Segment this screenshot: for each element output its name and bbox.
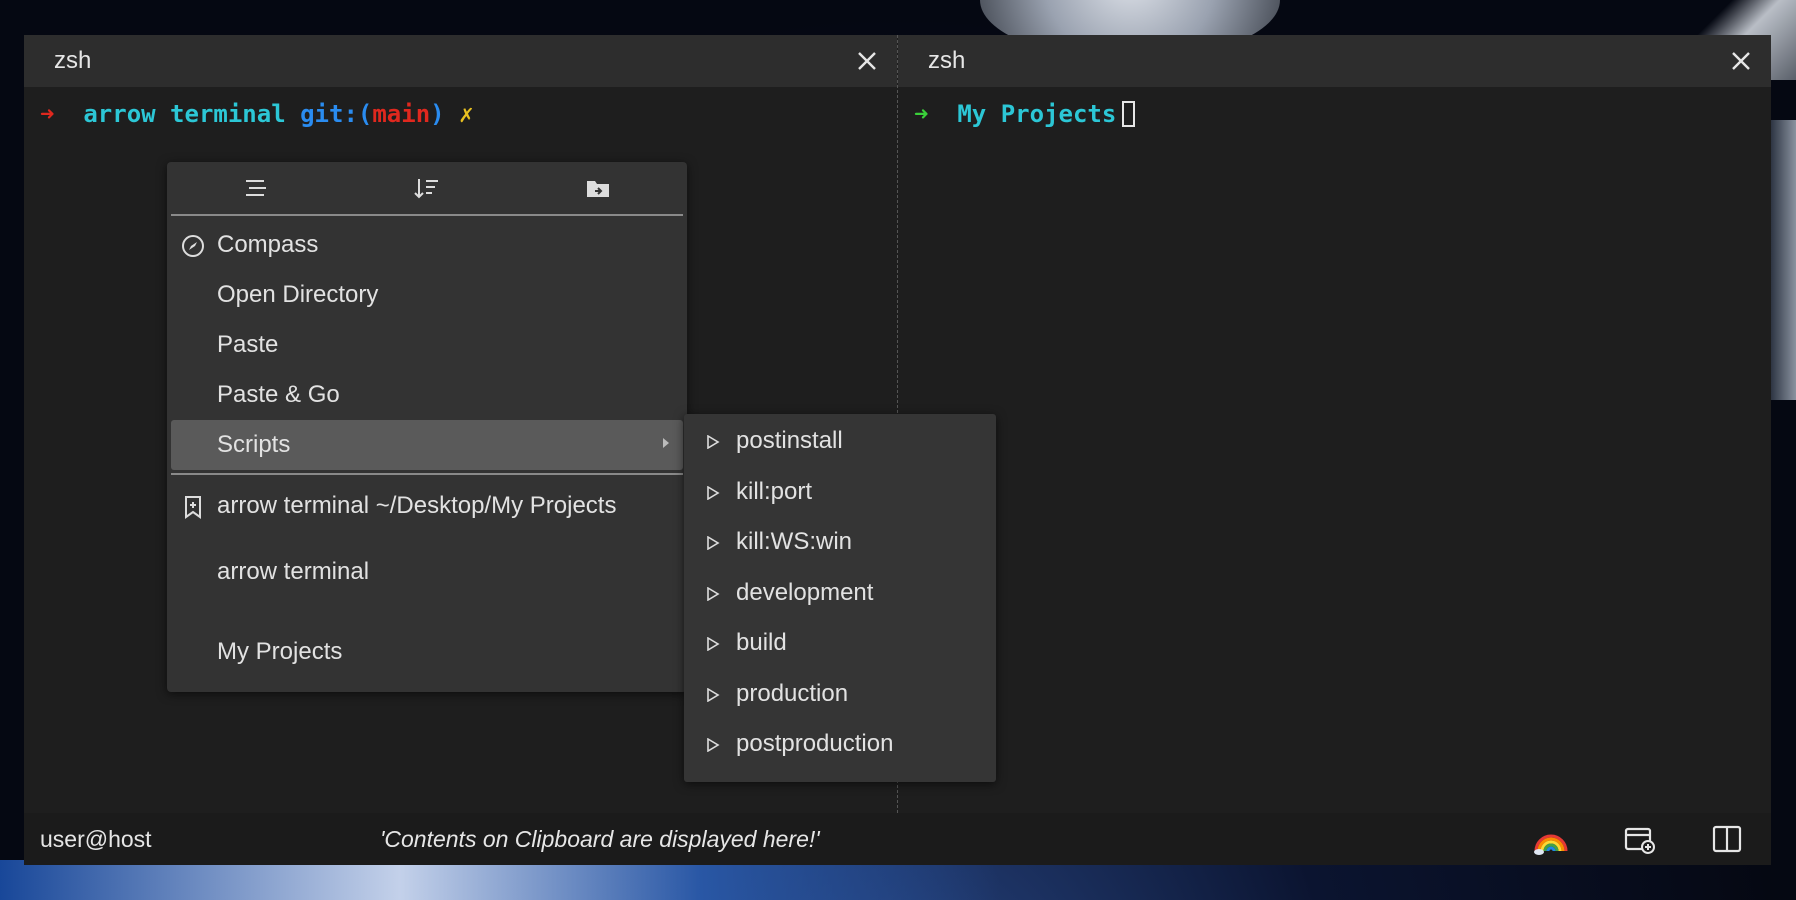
prompt-directory: My Projects bbox=[957, 100, 1117, 128]
script-label: build bbox=[736, 629, 787, 657]
right-tab-title: zsh bbox=[928, 47, 966, 74]
right-prompt-line[interactable]: ➜ My Projects bbox=[898, 87, 1771, 129]
prompt-directory: arrow terminal bbox=[83, 100, 286, 128]
script-label: postproduction bbox=[736, 730, 894, 758]
menu-item-scripts[interactable]: Scripts bbox=[171, 420, 683, 470]
folder-open-icon[interactable] bbox=[583, 173, 613, 203]
menu-item-bookmark[interactable]: arrow terminal ~/Desktop/My Projects bbox=[167, 481, 687, 531]
script-label: kill:WS:win bbox=[736, 528, 853, 556]
left-tab-title: zsh bbox=[54, 47, 92, 74]
new-tab-icon[interactable] bbox=[1621, 821, 1657, 857]
menu-item-open-directory[interactable]: Open Directory bbox=[167, 270, 687, 320]
script-label: development bbox=[736, 578, 874, 606]
status-user: user@host bbox=[40, 825, 152, 852]
menu-item-label: Open Directory bbox=[217, 281, 379, 308]
script-item-production[interactable]: production bbox=[684, 669, 996, 720]
play-icon bbox=[707, 485, 720, 500]
menu-item-label: Scripts bbox=[217, 431, 291, 458]
prompt-git-close: ) bbox=[430, 100, 445, 128]
left-tab-header[interactable]: zsh bbox=[24, 35, 897, 87]
context-menu: Compass Open Directory Paste Paste & Go … bbox=[167, 162, 687, 692]
script-item-postinstall[interactable]: postinstall bbox=[684, 416, 996, 467]
menu-item-compass[interactable]: Compass bbox=[167, 220, 687, 270]
script-label: kill:port bbox=[736, 477, 813, 505]
scripts-submenu: postinstall kill:port kill:WS:win develo… bbox=[684, 414, 996, 782]
menu-item-label: Compass bbox=[217, 231, 319, 258]
close-icon[interactable] bbox=[1729, 49, 1753, 73]
list-icon[interactable] bbox=[241, 173, 271, 203]
menu-item-label: arrow terminal ~/Desktop/My Projects bbox=[217, 492, 617, 519]
prompt-git-open: git:( bbox=[300, 100, 373, 128]
status-icons bbox=[1533, 821, 1755, 857]
menu-item-paste-and-go[interactable]: Paste & Go bbox=[167, 370, 687, 420]
split-pane-icon[interactable] bbox=[1709, 821, 1745, 857]
right-tab-header[interactable]: zsh bbox=[898, 35, 1771, 87]
play-icon bbox=[707, 637, 720, 651]
menu-item-label: Paste bbox=[217, 331, 279, 358]
script-item-build[interactable]: build bbox=[684, 618, 996, 669]
chevron-right-icon bbox=[663, 438, 669, 448]
rainbow-icon[interactable] bbox=[1533, 821, 1569, 857]
script-item-development[interactable]: development bbox=[684, 568, 996, 619]
menu-item-recent[interactable]: My Projects bbox=[167, 627, 687, 677]
menu-item-label: Paste & Go bbox=[217, 381, 340, 408]
script-label: postinstall bbox=[736, 427, 843, 455]
script-label: production bbox=[736, 679, 849, 707]
left-prompt-line[interactable]: ➜ arrow terminal git:(main) ✗ bbox=[24, 87, 897, 129]
bookmark-icon bbox=[185, 496, 201, 519]
sort-icon[interactable] bbox=[412, 173, 442, 203]
menu-item-label: My Projects bbox=[217, 638, 343, 665]
prompt-arrow: ➜ bbox=[40, 100, 55, 128]
play-icon bbox=[707, 435, 720, 449]
compass-icon bbox=[182, 235, 204, 257]
menu-item-recent[interactable]: arrow terminal bbox=[167, 547, 687, 597]
menu-item-label: arrow terminal bbox=[217, 558, 370, 585]
status-bar: user@host 'Contents on Clipboard are dis… bbox=[24, 813, 1771, 865]
script-item-kill-port[interactable]: kill:port bbox=[684, 467, 996, 518]
prompt-git-branch: main bbox=[372, 100, 431, 128]
right-pane[interactable]: zsh ➜ My Projects bbox=[898, 35, 1771, 813]
play-icon bbox=[707, 536, 720, 550]
menu-separator bbox=[171, 473, 683, 475]
play-icon bbox=[707, 586, 720, 601]
context-menu-tabs bbox=[171, 162, 683, 216]
prompt-arrow: ➜ bbox=[914, 100, 929, 128]
text-cursor bbox=[1122, 101, 1136, 127]
play-icon bbox=[707, 687, 720, 702]
play-icon bbox=[707, 738, 720, 752]
script-item-kill-ws-win[interactable]: kill:WS:win bbox=[684, 517, 996, 568]
background-earth-glow bbox=[0, 860, 1000, 900]
menu-item-paste[interactable]: Paste bbox=[167, 320, 687, 370]
status-clipboard: 'Contents on Clipboard are displayed her… bbox=[380, 825, 820, 852]
script-item-postproduction[interactable]: postproduction bbox=[684, 719, 996, 770]
close-icon[interactable] bbox=[855, 49, 879, 73]
prompt-dirty-mark: ✗ bbox=[459, 100, 474, 128]
